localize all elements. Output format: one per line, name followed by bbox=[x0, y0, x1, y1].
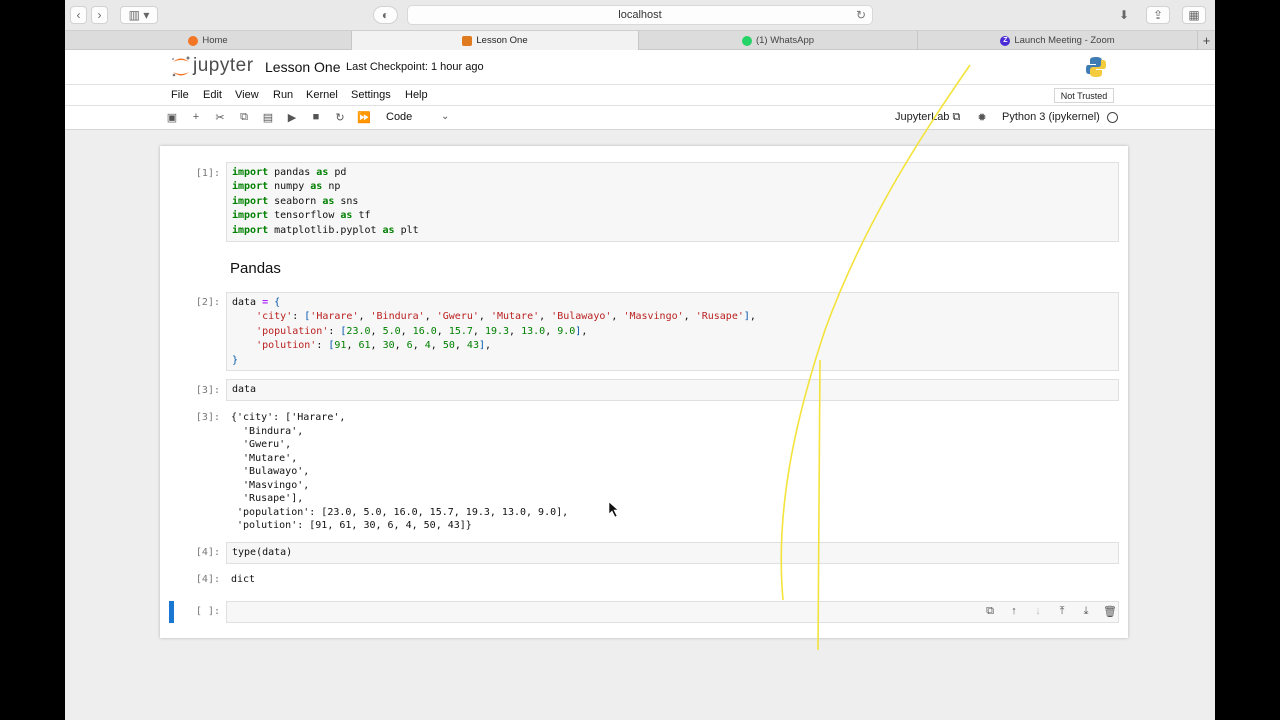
forward-button[interactable]: › bbox=[91, 6, 108, 24]
address-bar[interactable]: localhost ↻ bbox=[407, 5, 873, 25]
notebook-tab-icon bbox=[462, 35, 473, 46]
whatsapp-icon bbox=[741, 35, 752, 46]
notebook-title[interactable]: Lesson One bbox=[265, 59, 341, 75]
insert-below-icon[interactable]: ⤓ bbox=[1079, 604, 1093, 618]
code-cell-imports[interactable]: import pandas as pd import numpy as np i… bbox=[226, 162, 1119, 242]
menu-view[interactable]: View bbox=[235, 89, 259, 101]
code-text: data = { 'city': ['Harare', 'Bindura', '… bbox=[232, 297, 756, 366]
output-prompt: [3]: bbox=[195, 412, 220, 423]
move-down-icon[interactable]: ↓ bbox=[1031, 604, 1045, 618]
code-text: import pandas as pd import numpy as np i… bbox=[232, 167, 419, 236]
add-cell-icon[interactable]: + bbox=[189, 110, 203, 124]
share-button[interactable]: ⇪ bbox=[1146, 6, 1170, 24]
kernel-name[interactable]: Python 3 (ipykernel) bbox=[1002, 111, 1100, 123]
jupyter-tab-icon bbox=[188, 35, 199, 46]
tab-label: Launch Meeting - Zoom bbox=[1014, 35, 1115, 46]
sidebar-toggle-button[interactable]: ▥ ▾ bbox=[120, 6, 158, 24]
browser-toolbar: ‹ › ▥ ▾ ◐ localhost ↻ ⬇ ⇪ ▦ bbox=[65, 0, 1215, 30]
tab-label: Home bbox=[202, 35, 228, 46]
tab-lesson-one[interactable]: Lesson One bbox=[352, 31, 639, 50]
notebook-panel: [1]: import pandas as pd import numpy as… bbox=[160, 146, 1128, 638]
checkpoint-status: Last Checkpoint: 1 hour ago bbox=[346, 61, 484, 73]
url-text: localhost bbox=[618, 9, 662, 21]
cell-prompt: [ ]: bbox=[195, 606, 220, 617]
code-cell-data[interactable]: data bbox=[226, 379, 1119, 401]
trust-indicator[interactable]: Not Trusted bbox=[1054, 88, 1114, 103]
tab-overview-button[interactable]: ▦ bbox=[1182, 6, 1206, 24]
sidebar-icon: ▥ ▾ bbox=[128, 8, 150, 22]
menu-settings[interactable]: Settings bbox=[351, 89, 391, 101]
move-up-icon[interactable]: ↑ bbox=[1007, 604, 1021, 618]
tab-label: (1) WhatsApp bbox=[755, 35, 815, 46]
back-button[interactable]: ‹ bbox=[70, 6, 87, 24]
tab-whatsapp[interactable]: (1) WhatsApp bbox=[639, 31, 918, 50]
jupyterlab-link[interactable]: JupyterLab ⧉ bbox=[895, 111, 960, 124]
notebook-toolbar: ▣ + ✂ ⧉ ▤ ▶ ■ ↻ ⏩ Code ⌄ JupyterLab ⧉ ✹ … bbox=[65, 106, 1215, 130]
chevron-down-icon[interactable]: ⌄ bbox=[441, 111, 449, 122]
menu-help[interactable]: Help bbox=[405, 89, 428, 101]
tab-zoom[interactable]: Z Launch Meeting - Zoom bbox=[918, 31, 1198, 50]
save-icon[interactable]: ▣ bbox=[165, 110, 179, 124]
python-logo-icon bbox=[1086, 57, 1106, 77]
downloads-button[interactable]: ⬇ bbox=[1114, 6, 1134, 24]
code-text: type(data) bbox=[232, 547, 293, 558]
jupyter-logo-icon[interactable] bbox=[170, 54, 192, 80]
share-icon: ⇪ bbox=[1152, 8, 1164, 22]
zoom-icon: Z bbox=[1000, 35, 1011, 46]
markdown-heading: Pandas bbox=[230, 260, 281, 277]
insert-above-icon[interactable]: ⤒ bbox=[1055, 604, 1069, 618]
debugger-icon[interactable]: ✹ bbox=[975, 110, 989, 124]
jupyterlab-label: JupyterLab bbox=[895, 111, 950, 123]
cell-prompt: [1]: bbox=[195, 168, 220, 179]
delete-cell-icon[interactable]: 🗑 bbox=[1103, 604, 1117, 618]
tab-bar: Home Lesson One (1) WhatsApp Z Launch Me… bbox=[65, 30, 1215, 50]
code-text: data bbox=[232, 384, 257, 395]
cell-prompt: [3]: bbox=[195, 385, 220, 396]
paste-icon[interactable]: ▤ bbox=[261, 110, 275, 124]
cell-output: dict bbox=[231, 574, 256, 585]
menu-kernel[interactable]: Kernel bbox=[306, 89, 338, 101]
tab-label: Lesson One bbox=[476, 35, 528, 46]
copy-icon[interactable]: ⧉ bbox=[237, 110, 251, 124]
menu-edit[interactable]: Edit bbox=[203, 89, 222, 101]
jupyter-wordmark: jupyter bbox=[193, 55, 254, 76]
download-icon: ⬇ bbox=[1118, 8, 1130, 22]
menu-run[interactable]: Run bbox=[273, 89, 293, 101]
reload-icon[interactable]: ↻ bbox=[856, 8, 866, 22]
external-link-icon: ⧉ bbox=[952, 111, 961, 123]
duplicate-cell-icon[interactable]: ⧉ bbox=[983, 604, 997, 618]
run-icon[interactable]: ▶ bbox=[285, 110, 299, 124]
menu-bar: File Edit View Run Kernel Settings Help … bbox=[65, 84, 1215, 106]
code-cell-data-dict[interactable]: data = { 'city': ['Harare', 'Bindura', '… bbox=[226, 292, 1119, 371]
cell-output: {'city': ['Harare', 'Bindura', 'Gweru', … bbox=[231, 412, 569, 531]
tab-home[interactable]: Home bbox=[65, 31, 352, 50]
cell-prompt: [4]: bbox=[195, 547, 220, 558]
cell-type-select[interactable]: Code bbox=[386, 111, 412, 123]
shield-icon: ◐ bbox=[381, 8, 390, 22]
kernel-status-icon bbox=[1107, 112, 1118, 123]
grid-icon: ▦ bbox=[1188, 8, 1200, 22]
code-cell-type[interactable]: type(data) bbox=[226, 542, 1119, 564]
cut-icon[interactable]: ✂ bbox=[213, 110, 227, 124]
menu-file[interactable]: File bbox=[171, 89, 189, 101]
fast-forward-icon[interactable]: ⏩ bbox=[357, 110, 371, 124]
jupyter-header: jupyter Lesson One Last Checkpoint: 1 ho… bbox=[65, 50, 1215, 84]
new-tab-button[interactable]: + bbox=[1198, 31, 1215, 50]
output-prompt: [4]: bbox=[195, 574, 220, 585]
restart-icon[interactable]: ↻ bbox=[333, 110, 347, 124]
privacy-report-button[interactable]: ◐ bbox=[373, 6, 398, 24]
screen: ‹ › ▥ ▾ ◐ localhost ↻ ⬇ ⇪ ▦ Home Lesson … bbox=[65, 0, 1215, 720]
stop-icon[interactable]: ■ bbox=[309, 110, 323, 124]
cell-prompt: [2]: bbox=[195, 297, 220, 308]
